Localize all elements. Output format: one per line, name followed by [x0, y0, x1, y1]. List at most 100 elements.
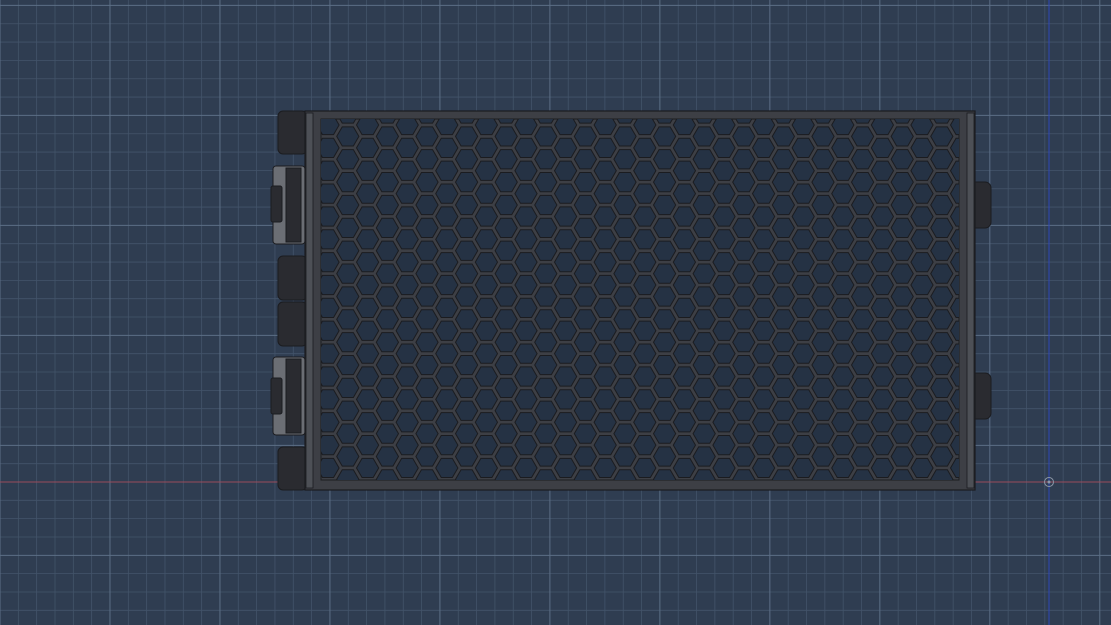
hex-cell [375, 126, 400, 147]
hex-cell [652, 194, 677, 216]
hex-cell [474, 297, 499, 319]
hex-cell [454, 377, 479, 399]
hex-cell [355, 320, 380, 341]
hex-cell [890, 149, 914, 170]
hex-cell [634, 93, 656, 112]
hex-cell [870, 229, 895, 250]
hex-cell [395, 229, 419, 250]
hex-cell [514, 252, 538, 273]
hex-cell [890, 377, 914, 399]
hex-cell [771, 309, 796, 330]
hex-cell [850, 149, 875, 170]
hex-cell [792, 93, 814, 112]
hex-cell [613, 332, 637, 353]
hex-cell [791, 457, 815, 479]
hex-cell [474, 229, 499, 250]
hex-cell [831, 320, 855, 341]
hex-cell [732, 309, 756, 330]
hex-cell [515, 93, 537, 112]
hex-cell [534, 446, 558, 467]
hex-cell [355, 252, 380, 273]
hex-cell [791, 137, 815, 158]
hex-cell [910, 434, 934, 456]
hex-cell [593, 320, 617, 341]
hex-cell [375, 332, 400, 353]
hex-cell [751, 343, 776, 364]
hex-cell [890, 446, 914, 467]
hex-cell [791, 434, 815, 456]
hex-cell [415, 217, 439, 238]
hex-cell [672, 229, 697, 250]
hex-cell [712, 457, 736, 479]
hex-cell [751, 320, 776, 341]
hex-cell [791, 274, 815, 296]
hex-cell [870, 343, 895, 364]
hex-cell [633, 297, 657, 319]
hex-cell [593, 183, 617, 204]
hex-cell [514, 137, 538, 158]
hex-cell [652, 400, 677, 421]
hex-cell [553, 434, 578, 456]
hex-cell [355, 274, 380, 296]
hex-cell [811, 126, 835, 147]
hex-cell [692, 309, 716, 330]
hex-cell [474, 320, 499, 341]
hex-cell [553, 206, 578, 227]
hex-cell [375, 286, 400, 307]
hex-cell [474, 434, 499, 456]
hex-cell [633, 412, 657, 433]
hex-cell [732, 400, 756, 421]
hex-cell [573, 263, 598, 284]
hex-cell [415, 126, 439, 147]
hex-cell [811, 149, 835, 170]
hex-cell [751, 252, 776, 273]
hex-cell [910, 183, 934, 204]
hex-cell [692, 240, 716, 261]
hex-cell [514, 229, 538, 250]
hex-cell [633, 252, 657, 273]
hex-cell [375, 309, 400, 330]
honeycomb-grille-model[interactable] [270, 93, 992, 501]
hex-cell [890, 354, 914, 376]
hex-cell [850, 354, 875, 376]
hex-cell [791, 183, 815, 204]
hex-cell [395, 434, 419, 456]
hex-cell [652, 149, 677, 170]
hex-cell [553, 389, 578, 410]
hex-cell [475, 93, 497, 112]
hex-cell [713, 93, 735, 112]
hex-cell [811, 354, 835, 376]
hex-cell [435, 297, 459, 319]
hex-cell [751, 434, 776, 456]
hex-cell [494, 446, 518, 467]
hex-cell [395, 206, 419, 227]
hex-cell [553, 412, 578, 433]
hex-cell [751, 457, 776, 479]
hex-cell [751, 137, 776, 158]
hex-cell [435, 206, 459, 227]
hex-cell [573, 194, 598, 216]
hex-cell [652, 354, 677, 376]
hex-cell [593, 457, 617, 479]
hex-cell [732, 263, 756, 284]
hex-cell [415, 194, 439, 216]
hex-cell [930, 126, 954, 147]
hex-cell [613, 240, 637, 261]
cad-3d-viewport[interactable] [0, 0, 1111, 625]
hex-cell [474, 160, 499, 181]
hex-cell [831, 183, 855, 204]
hex-cell [534, 126, 558, 147]
hex-cell [910, 320, 934, 341]
hex-cell [514, 412, 538, 433]
hex-cell [890, 126, 914, 147]
hex-cell [910, 343, 934, 364]
hex-cell [494, 400, 518, 421]
hex-cell [494, 240, 518, 261]
hex-cell [435, 389, 459, 410]
hex-cell [613, 400, 637, 421]
hex-cell [850, 377, 875, 399]
hex-cell [494, 172, 518, 193]
viewport-canvas[interactable] [0, 0, 1111, 625]
hex-cell [692, 354, 716, 376]
hex-cell [514, 183, 538, 204]
